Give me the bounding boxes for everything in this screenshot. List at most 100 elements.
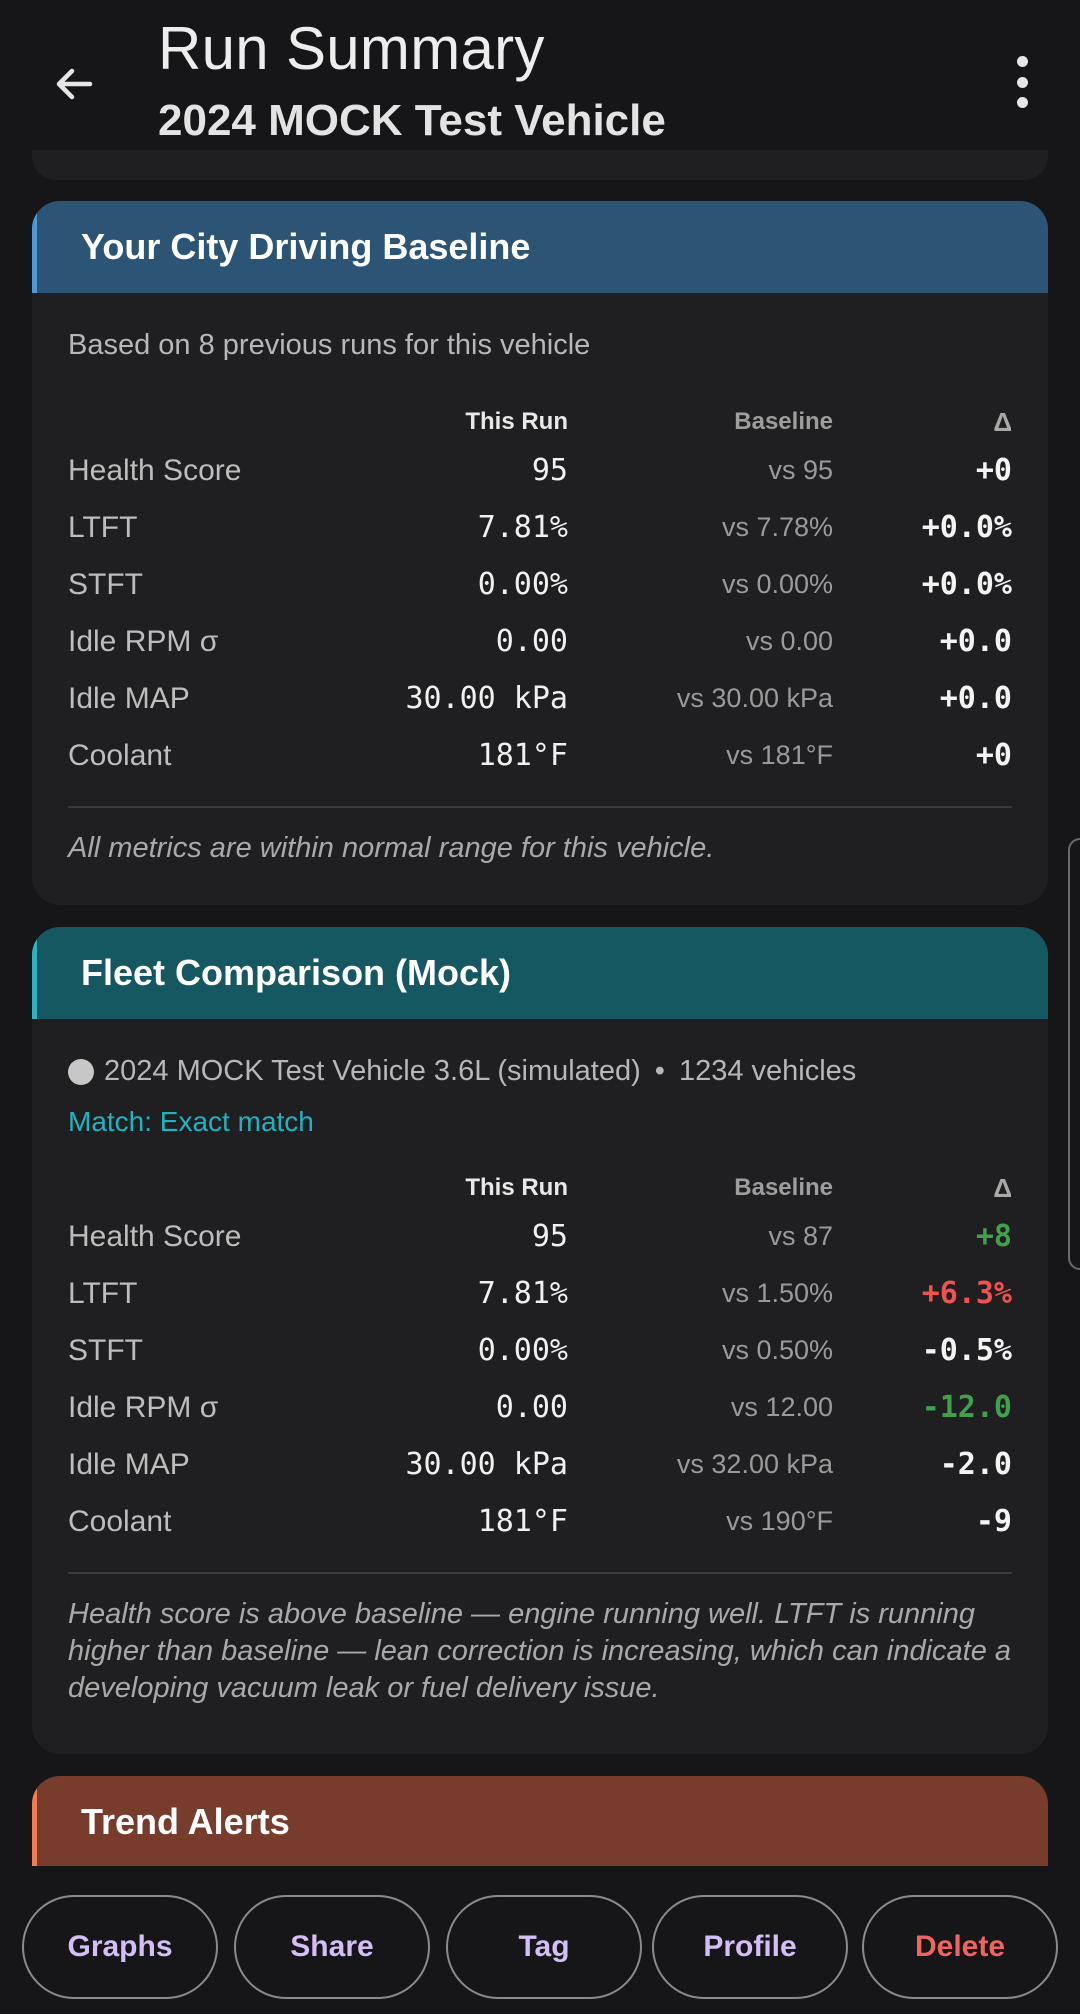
metric-row: Idle RPM σ 0.00 vs 0.00 +0.0: [68, 613, 1012, 670]
divider: [68, 806, 1012, 808]
delta-value: +0.0: [939, 681, 1012, 716]
delta-value: +0: [975, 453, 1012, 488]
metric-row: Health Score 95 vs 95 +0: [68, 442, 1012, 499]
metric-label: Health Score: [68, 453, 242, 487]
top-app-bar: Run Summary 2024 MOCK Test Vehicle: [0, 0, 1080, 170]
table-header-row: This Run Baseline Δ: [68, 402, 1012, 442]
divider: [68, 1572, 1012, 1574]
baseline-value: vs 30.00 kPa: [676, 683, 833, 713]
metric-row: Idle MAP 30.00 kPa vs 32.00 kPa -2.0: [68, 1436, 1012, 1493]
delta-value: +6.3%: [921, 1276, 1012, 1311]
baseline-note: Based on 8 previous runs for this vehicl…: [68, 329, 591, 361]
metric-label: Idle RPM σ: [68, 624, 219, 658]
share-button[interactable]: Share: [234, 1895, 430, 1999]
delta-value: -0.5%: [921, 1333, 1012, 1368]
fleet-card-title: Fleet Comparison (Mock): [81, 952, 512, 993]
baseline-value: vs 32.00 kPa: [676, 1449, 833, 1479]
baseline-value: vs 7.78%: [721, 512, 833, 542]
delta-value: -9: [975, 1504, 1012, 1539]
fleet-vehicle: 2024 MOCK Test Vehicle 3.6L (simulated): [104, 1055, 641, 1087]
this-run-value: 95: [531, 1219, 568, 1254]
bottom-action-bar: Graphs Share Tag Profile Delete: [0, 1866, 1080, 2014]
vehicle-subtitle: 2024 MOCK Test Vehicle: [158, 96, 666, 145]
this-run-value: 181°F: [477, 738, 568, 773]
profile-button[interactable]: Profile: [652, 1895, 848, 1999]
back-button[interactable]: [38, 48, 110, 120]
delta-value: +0.0: [939, 624, 1012, 659]
baseline-value: vs 181°F: [726, 740, 833, 770]
delete-button[interactable]: Delete: [862, 1895, 1058, 1999]
more-options-button[interactable]: [1000, 50, 1044, 114]
this-run-value: 181°F: [477, 1504, 568, 1539]
baseline-value: vs 190°F: [726, 1506, 833, 1536]
metric-row: Coolant 181°F vs 181°F +0: [68, 727, 1012, 784]
metric-row: LTFT 7.81% vs 1.50% +6.3%: [68, 1265, 1012, 1322]
fleet-count: 1234 vehicles: [678, 1055, 857, 1087]
baseline-value: vs 0.00: [745, 626, 833, 656]
column-header-run: This Run: [465, 408, 568, 435]
metric-row: Idle RPM σ 0.00 vs 12.00 -12.0: [68, 1379, 1012, 1436]
fleet-card-header: Fleet Comparison (Mock): [32, 927, 1048, 1019]
arrow-left-icon: [56, 68, 93, 100]
baseline-footnote: All metrics are within normal range for …: [68, 832, 715, 864]
metric-label: Idle RPM σ: [68, 1390, 219, 1424]
match-status: Match: Exact match: [68, 1106, 314, 1137]
delta-value: +0.0%: [921, 567, 1012, 602]
column-header-baseline: Baseline: [734, 1174, 833, 1201]
previous-card-edge: [32, 150, 1048, 180]
this-run-value: 0.00%: [477, 567, 568, 602]
column-header-run: This Run: [465, 1174, 568, 1201]
metric-label: LTFT: [68, 510, 138, 544]
this-run-value: 0.00%: [477, 1333, 568, 1368]
baseline-value: vs 12.00: [730, 1392, 833, 1422]
table-header-row: This Run Baseline Δ: [68, 1168, 1012, 1208]
metric-label: Coolant: [68, 1504, 172, 1538]
baseline-value: vs 0.00%: [721, 569, 833, 599]
fleet-footnote: Health score is above baseline — engine …: [68, 1598, 1012, 1704]
metric-label: Idle MAP: [68, 1447, 190, 1481]
baseline-value: vs 87: [768, 1221, 833, 1251]
delta-value: -12.0: [921, 1390, 1012, 1425]
scrollbar-thumb[interactable]: [1068, 838, 1080, 1270]
run-summary-screen: Run Summary 2024 MOCK Test Vehicle Your …: [0, 0, 1080, 2014]
delta-value: -2.0: [939, 1447, 1012, 1482]
this-run-value: 0.00: [495, 1390, 568, 1425]
column-header-delta: Δ: [993, 406, 1012, 437]
metric-label: Idle MAP: [68, 681, 190, 715]
column-header-delta: Δ: [993, 1172, 1012, 1203]
metric-label: Coolant: [68, 738, 172, 772]
baseline-card-header: Your City Driving Baseline: [32, 201, 1048, 293]
this-run-value: 30.00 kPa: [405, 1447, 568, 1482]
fleet-vehicle-line: 2024 MOCK Test Vehicle 3.6L (simulated) …: [68, 1055, 1012, 1088]
fleet-card: Fleet Comparison (Mock) 2024 MOCK Test V…: [32, 927, 1048, 1754]
metric-row: Idle MAP 30.00 kPa vs 30.00 kPa +0.0: [68, 670, 1012, 727]
baseline-card-title: Your City Driving Baseline: [81, 226, 531, 267]
metric-label: LTFT: [68, 1276, 138, 1310]
tag-button[interactable]: Tag: [446, 1895, 642, 1999]
baseline-card: Your City Driving Baseline Based on 8 pr…: [32, 201, 1048, 905]
metric-row: Health Score 95 vs 87 +8: [68, 1208, 1012, 1265]
this-run-value: 7.81%: [477, 1276, 568, 1311]
metric-row: STFT 0.00% vs 0.50% -0.5%: [68, 1322, 1012, 1379]
metric-label: Health Score: [68, 1219, 242, 1253]
metric-row: STFT 0.00% vs 0.00% +0.0%: [68, 556, 1012, 613]
more-vert-icon: [1016, 56, 1028, 67]
delta-value: +0: [975, 738, 1012, 773]
trend-alerts-header: Trend Alerts: [32, 1776, 1048, 1868]
delta-value: +8: [975, 1219, 1012, 1254]
metric-label: STFT: [68, 567, 143, 601]
trend-alerts-title: Trend Alerts: [81, 1801, 290, 1842]
this-run-value: 30.00 kPa: [405, 681, 568, 716]
status-dot-icon: [68, 1058, 94, 1085]
page-title: Run Summary: [158, 15, 545, 82]
column-header-baseline: Baseline: [734, 408, 833, 435]
metric-label: STFT: [68, 1333, 143, 1367]
baseline-value: vs 1.50%: [721, 1278, 833, 1308]
this-run-value: 0.00: [495, 624, 568, 659]
separator: •: [654, 1055, 665, 1087]
this-run-value: 7.81%: [477, 510, 568, 545]
delta-value: +0.0%: [921, 510, 1012, 545]
graphs-button[interactable]: Graphs: [22, 1895, 218, 1999]
fleet-metrics-table: This Run Baseline Δ Health Score 95 vs 87 +…: [68, 1168, 1012, 1550]
baseline-metrics-table: This Run Baseline Δ Health Score 95 vs 95 +…: [68, 402, 1012, 784]
